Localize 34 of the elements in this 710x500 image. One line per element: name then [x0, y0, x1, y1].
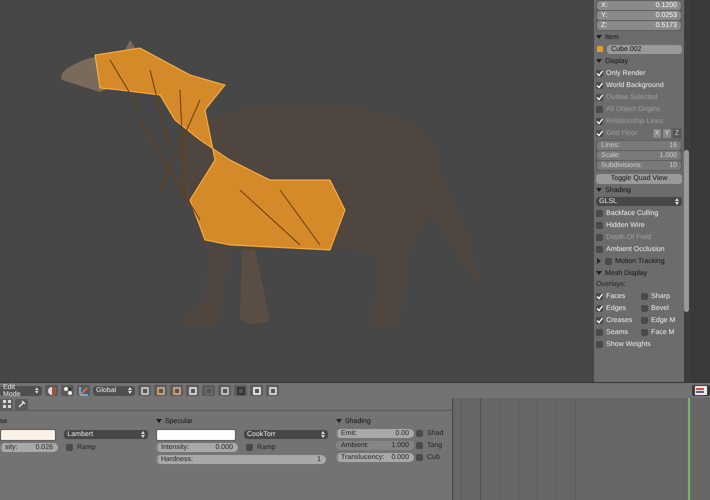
checkbox[interactable]: [596, 304, 604, 312]
checkbox[interactable]: [641, 316, 648, 324]
updown-arrows-icon: [35, 387, 39, 394]
shading-sphere-icon[interactable]: [45, 385, 58, 396]
checkbox[interactable]: [596, 328, 604, 336]
updown-arrows-icon: [321, 431, 325, 438]
editor-type-icon[interactable]: [692, 385, 710, 396]
object-icon: [596, 45, 604, 53]
checkbox[interactable]: [596, 316, 604, 324]
checkbox[interactable]: [596, 246, 604, 252]
checkbox[interactable]: [596, 340, 604, 348]
checkbox[interactable]: [416, 454, 423, 461]
checkbox[interactable]: [596, 70, 604, 76]
scrollbar[interactable]: [684, 150, 690, 312]
checkbox[interactable]: [641, 292, 648, 300]
transform-manipulator-icon[interactable]: [77, 385, 90, 396]
checkbox[interactable]: [605, 258, 612, 264]
checkbox[interactable]: [596, 292, 604, 300]
checkbox[interactable]: [596, 210, 604, 216]
checkbox[interactable]: [416, 430, 423, 437]
checkbox[interactable]: [596, 222, 604, 228]
checkbox[interactable]: [641, 328, 648, 336]
checkbox[interactable]: [416, 442, 423, 449]
pin-icon[interactable]: [15, 398, 28, 410]
checkbox[interactable]: [596, 82, 604, 88]
checkbox[interactable]: [641, 304, 648, 312]
checkbox[interactable]: [66, 444, 73, 451]
updown-arrows-icon: [675, 198, 680, 205]
color-swatch[interactable]: [156, 428, 236, 440]
color-swatch[interactable]: [0, 428, 56, 440]
updown-arrows-icon: [128, 387, 132, 394]
updown-arrows-icon: [141, 431, 145, 438]
grid-icon[interactable]: [0, 398, 13, 410]
checkbox[interactable]: [246, 444, 253, 451]
